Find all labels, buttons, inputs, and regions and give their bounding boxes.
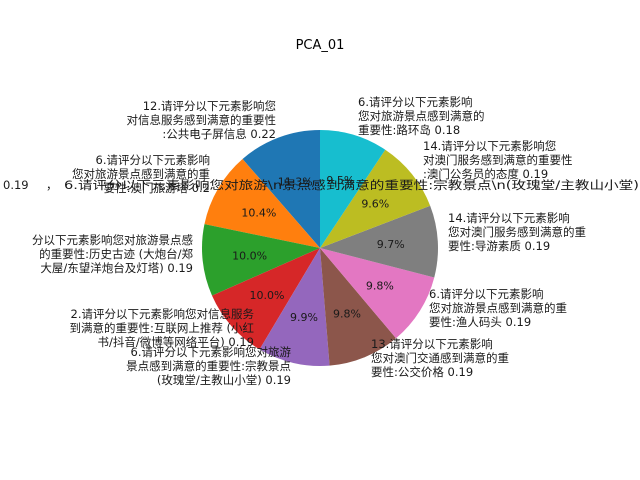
slice-percent-label: 9.8% [366,280,394,293]
slice-label: 6.请评分以下元素影响您对旅游景点感到满意的重要性:宗教景点(玫瑰堂/主教山小堂… [126,345,291,387]
slice-label: 分以下元素影响您对旅游景点感的重要性:历史古迹 (大炮台/郑大屋/东望洋炮台及灯… [32,233,193,275]
slice-percent-label: 9.6% [361,198,389,211]
slice-label: 14.请评分以下元素影响您对澳门服务感到满意的重要性:导游素质 0.19 [448,211,586,253]
slice-percent-label: 10.0% [232,250,267,263]
slice-percent-label: 10.0% [250,289,285,302]
slice-percent-label: 9.8% [333,308,361,321]
chart-page: PCA_01 11.3% 10.4% 10.0% 10.0% 9.9% 9.8% 9.8% 9… [0,0,640,480]
slice-percent-label: 9.7% [377,238,405,251]
slice-label: 6.请评分以下元素影响您对旅游景点感到满意的重要性:路环岛 0.18 [358,95,485,137]
chart-title: PCA_01 [296,38,345,53]
slice-label: 2.请评分以下元素影响您对信息服务到满意的重要性:互联网上推荐 (小红书/抖音/… [69,307,254,349]
slice-label: 14.请评分以下元素影响您对澳门服务感到满意的重要性:澳门公务员的态度 0.19 [423,139,573,181]
pie-chart: PCA_01 11.3%10.4%10.0%10.0%9.9% 9.8%9.8%9… [3,38,639,387]
slice-percent-label: 9.9% [290,311,318,324]
slice-label: 13.请评分以下元素影响您对澳门交通感到满意的重要性:公交价格 0.19 [371,337,509,379]
overlap-value-1: 0.19 [3,178,29,192]
slice-label: 12.请评分以下元素影响您对信息服务感到满意的重要性:公共电子屏信息 0.22 [127,99,277,141]
overlap-sep: ， [46,178,58,192]
overlap-long-label: 6.请评分以下元素影响您对旅游\n景点感到满意的重要性:宗教景点\n(玫瑰堂/主… [64,178,639,192]
slice-percent-label: 10.4% [241,206,276,219]
slice-label: 6.请评分以下元素影响您对旅游景点感到满意的重要性:渔人码头 0.19 [429,287,567,329]
